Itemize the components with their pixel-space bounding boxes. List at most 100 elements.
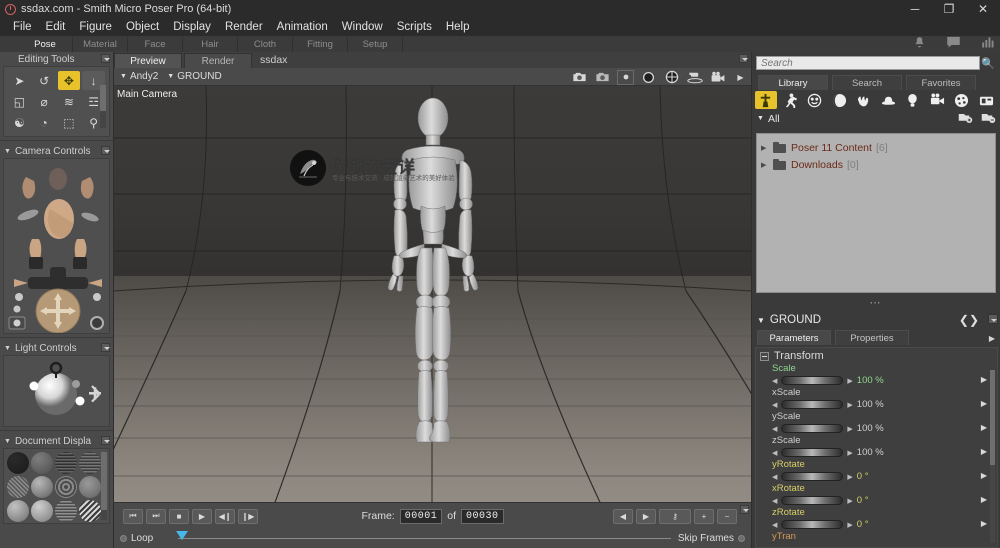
- document-tabs-pin-icon[interactable]: [739, 54, 748, 63]
- key-button[interactable]: ⚷: [659, 508, 691, 524]
- play-button[interactable]: ▶: [192, 508, 212, 524]
- light-controls-pin-icon[interactable]: [101, 343, 110, 352]
- scenes-category[interactable]: [976, 91, 998, 109]
- menu-item-help[interactable]: Help: [439, 18, 477, 36]
- chevron-down-icon[interactable]: ▼: [757, 316, 765, 325]
- timeline-playhead[interactable]: [176, 531, 188, 540]
- dial-slider[interactable]: [781, 400, 844, 409]
- library-tree-node[interactable]: ▶ Poser 11 Content [6]: [761, 139, 995, 156]
- dial-decrease-icon[interactable]: ◀: [772, 473, 777, 481]
- display-style-option-3[interactable]: [55, 452, 77, 474]
- rotate-tool[interactable]: ↺: [33, 71, 56, 90]
- add-library-icon[interactable]: [958, 111, 973, 126]
- taper-tool[interactable]: ⌀: [33, 92, 56, 111]
- document-display-scrollbar[interactable]: [101, 452, 107, 520]
- add-keyframe-button[interactable]: +: [694, 508, 714, 524]
- cameras-category[interactable]: [927, 91, 949, 109]
- display-style-option-6[interactable]: [31, 476, 53, 498]
- figures-category[interactable]: [755, 91, 777, 109]
- menu-item-display[interactable]: Display: [166, 18, 218, 36]
- total-frames-field[interactable]: 00030: [461, 508, 504, 524]
- document-tab-preview[interactable]: Preview: [114, 53, 182, 68]
- close-button[interactable]: ✕: [966, 0, 1000, 18]
- parameter-dial-zscale[interactable]: zScale ◀ ▶ 100 % ▶: [756, 435, 997, 459]
- skip-frames-toggle[interactable]: Skip Frames: [678, 533, 745, 544]
- parameters-more-icon[interactable]: ▶: [989, 334, 995, 343]
- parameter-dial-scale[interactable]: Scale ◀ ▶ 100 % ▶: [756, 363, 997, 387]
- dial-decrease-icon[interactable]: ◀: [772, 521, 777, 529]
- maximize-button[interactable]: ❐: [932, 0, 966, 18]
- display-style-option-4[interactable]: [79, 452, 101, 474]
- parameter-menu-icon[interactable]: ▶: [981, 519, 987, 528]
- parameter-dial-yscale[interactable]: yScale ◀ ▶ 100 % ▶: [756, 411, 997, 435]
- parameters-nav[interactable]: ❮❯: [959, 313, 979, 327]
- actor-selector[interactable]: ▼ GROUND: [167, 71, 230, 82]
- parameters-tab-parameters[interactable]: Parameters: [757, 330, 831, 345]
- chevron-right-icon[interactable]: ▶: [761, 161, 769, 169]
- hair-category[interactable]: [829, 91, 851, 109]
- materials-category[interactable]: [951, 91, 973, 109]
- menu-item-file[interactable]: File: [6, 18, 39, 36]
- step-forward-button[interactable]: ❙▶: [238, 508, 258, 524]
- camera-spot-render-icon[interactable]: [617, 69, 634, 85]
- search-input[interactable]: [756, 56, 980, 70]
- dial-slider[interactable]: [781, 376, 844, 385]
- parameter-dial-ytran[interactable]: yTran: [756, 531, 997, 544]
- parameter-menu-icon[interactable]: ▶: [981, 423, 987, 432]
- sphere-depth-icon[interactable]: [640, 70, 657, 85]
- display-style-option-11[interactable]: [55, 500, 77, 522]
- dial-slider[interactable]: [781, 448, 844, 457]
- more-arrow-icon[interactable]: ▶: [732, 70, 749, 85]
- expressions-category[interactable]: [804, 91, 826, 109]
- stop-button[interactable]: ■: [169, 508, 189, 524]
- remove-keyframe-button[interactable]: −: [717, 508, 737, 524]
- twist-tool[interactable]: ≋: [58, 92, 81, 111]
- prev-keyframe-button[interactable]: ◀: [613, 508, 633, 524]
- hands-category[interactable]: [853, 91, 875, 109]
- room-tab-face[interactable]: Face: [128, 37, 183, 52]
- view-magnifier-tool[interactable]: ⬚: [58, 113, 81, 132]
- dial-decrease-icon[interactable]: ◀: [772, 377, 777, 385]
- editing-tools-scrollbar[interactable]: [100, 85, 106, 128]
- dial-decrease-icon[interactable]: ◀: [772, 497, 777, 505]
- camera-area-render-icon[interactable]: [594, 70, 611, 85]
- camera-controls-pin-icon[interactable]: [101, 146, 110, 155]
- dial-increase-icon[interactable]: ▶: [847, 401, 852, 409]
- remove-library-icon[interactable]: [981, 111, 996, 126]
- display-style-option-8[interactable]: [79, 476, 101, 498]
- translate-pull-tool[interactable]: ✥: [57, 71, 81, 90]
- display-style-option-7[interactable]: [55, 476, 77, 498]
- scale-tool[interactable]: ◱: [8, 92, 31, 111]
- animation-bar-pin-icon[interactable]: [740, 505, 749, 514]
- room-tab-hair[interactable]: Hair: [183, 37, 238, 52]
- sphere-cross-icon[interactable]: [663, 70, 680, 85]
- 3d-viewport[interactable]: Main Camera 伤逝的安详 专业与技术交流 · 成就渲染艺术的美好体验: [114, 86, 751, 532]
- display-style-option-1[interactable]: [7, 452, 29, 474]
- comment-icon[interactable]: [946, 36, 961, 52]
- dial-increase-icon[interactable]: ▶: [847, 425, 852, 433]
- props-category[interactable]: [878, 91, 900, 109]
- display-style-option-10[interactable]: [31, 500, 53, 522]
- parameter-menu-icon[interactable]: ▶: [981, 375, 987, 384]
- menu-item-edit[interactable]: Edit: [39, 18, 73, 36]
- display-style-option-5[interactable]: [7, 476, 29, 498]
- editing-tools-pin-icon[interactable]: [101, 54, 110, 63]
- step-back-button[interactable]: ◀❙: [215, 508, 235, 524]
- transform-group-header[interactable]: Transform: [756, 348, 997, 363]
- go-to-start-button[interactable]: ⏮: [123, 508, 143, 524]
- parameter-menu-icon[interactable]: ▶: [981, 495, 987, 504]
- camera-control-widget[interactable]: [3, 158, 110, 334]
- ground-shadow-icon[interactable]: [686, 70, 703, 85]
- room-tab-pose[interactable]: Pose: [18, 37, 73, 52]
- lights-category[interactable]: [902, 91, 924, 109]
- room-tab-material[interactable]: Material: [73, 37, 128, 52]
- bell-icon[interactable]: [913, 36, 926, 52]
- parameters-tab-properties[interactable]: Properties: [835, 330, 909, 345]
- current-frame-field[interactable]: 00001: [399, 508, 443, 524]
- dial-slider[interactable]: [781, 520, 844, 529]
- library-tab-favorites[interactable]: Favorites: [906, 75, 976, 90]
- grouping-tool[interactable]: ◔: [33, 113, 56, 132]
- search-icon[interactable]: 🔍: [980, 57, 996, 70]
- timeline-track[interactable]: [178, 538, 671, 539]
- dial-increase-icon[interactable]: ▶: [847, 449, 852, 457]
